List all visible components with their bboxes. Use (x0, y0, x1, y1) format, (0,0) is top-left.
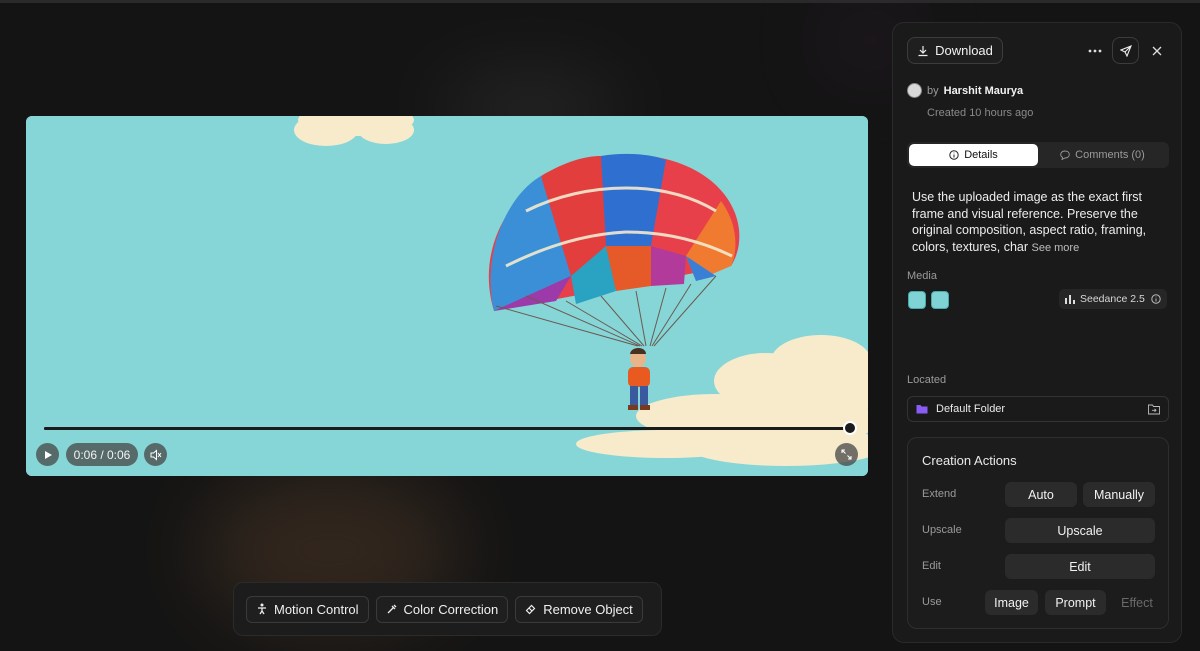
remove-object-label: Remove Object (543, 601, 633, 617)
extend-manually-button[interactable]: Manually (1083, 482, 1155, 507)
share-button[interactable] (1112, 37, 1139, 64)
play-button[interactable] (36, 443, 59, 466)
created-timestamp: Created 10 hours ago (927, 107, 1034, 119)
upscale-button[interactable]: Upscale (1005, 518, 1155, 543)
video-frame-image (26, 116, 868, 476)
info-icon (1151, 294, 1161, 304)
folder-name: Default Folder (936, 403, 1006, 415)
media-thumbnail[interactable] (931, 291, 949, 309)
details-panel: Download by Harshit Maurya Created 10 ho… (892, 22, 1182, 643)
mute-button[interactable] (144, 443, 167, 466)
eyedropper-icon (387, 604, 397, 614)
model-name: Seedance 2.5 (1080, 293, 1145, 305)
close-button[interactable] (1145, 39, 1169, 63)
window-top-border (0, 0, 1200, 3)
use-label: Use (922, 596, 942, 608)
creation-actions-title: Creation Actions (922, 453, 1017, 468)
motion-control-button[interactable]: Motion Control (246, 595, 369, 623)
edit-button[interactable]: Edit (1005, 554, 1155, 579)
video-progress-fill (44, 427, 850, 430)
prompt-text: Use the uploaded image as the exact firs… (912, 190, 1147, 254)
edit-label: Edit (922, 560, 941, 572)
fullscreen-button[interactable] (835, 443, 858, 466)
video-progress-bar[interactable] (44, 421, 857, 435)
extend-label: Extend (922, 488, 957, 500)
folder-icon (916, 405, 928, 414)
volume-muted-icon (150, 448, 161, 461)
folder-selector[interactable]: Default Folder (907, 396, 1169, 422)
close-icon (1152, 46, 1162, 56)
info-icon (949, 150, 959, 160)
tab-comments[interactable]: Comments (0) (1038, 144, 1167, 166)
avatar[interactable] (907, 83, 922, 98)
prompt-description: Use the uploaded image as the exact firs… (912, 189, 1172, 256)
upscale-label: Upscale (922, 524, 962, 536)
author-row: by Harshit Maurya (907, 83, 1023, 98)
download-button[interactable]: Download (907, 37, 1003, 64)
tab-details[interactable]: Details (909, 144, 1038, 166)
expand-icon (841, 449, 852, 460)
eraser-icon (525, 604, 536, 615)
play-icon (44, 450, 52, 459)
download-label: Download (935, 43, 993, 58)
color-correction-label: Color Correction (403, 601, 499, 617)
use-image-button[interactable]: Image (985, 590, 1038, 615)
remove-object-button[interactable]: Remove Object (515, 595, 643, 623)
author-name[interactable]: Harshit Maurya (944, 85, 1023, 97)
tab-details-label: Details (964, 149, 998, 161)
tab-comments-label: Comments (0) (1075, 149, 1145, 161)
person-motion-icon (258, 603, 266, 615)
download-icon (918, 45, 928, 56)
video-scrubber-handle[interactable] (843, 421, 857, 435)
use-effect-button[interactable]: Effect (1111, 590, 1163, 615)
panel-tabs: Details Comments (0) (907, 142, 1169, 168)
by-label: by (927, 84, 939, 97)
color-correction-button[interactable]: Color Correction (375, 595, 509, 623)
edit-toolbar: Motion Control Color Correction Remove O… (233, 582, 662, 636)
use-prompt-button[interactable]: Prompt (1045, 590, 1106, 615)
see-more-link[interactable]: See more (1032, 242, 1080, 254)
located-label: Located (907, 374, 947, 386)
ellipsis-icon (1088, 49, 1102, 53)
motion-control-label: Motion Control (274, 601, 359, 617)
move-to-folder-icon (1148, 404, 1160, 414)
media-thumbnail[interactable] (908, 291, 926, 309)
extend-auto-button[interactable]: Auto (1005, 482, 1077, 507)
model-badge[interactable]: Seedance 2.5 (1059, 289, 1167, 309)
creation-actions: Creation Actions Extend Auto Manually Up… (907, 437, 1169, 629)
media-label: Media (907, 270, 937, 282)
video-timestamp: 0:06 / 0:06 (66, 443, 138, 466)
comment-icon (1060, 150, 1070, 160)
send-icon (1119, 44, 1132, 57)
bar-chart-icon (1065, 294, 1075, 304)
video-player[interactable]: 0:06 / 0:06 (26, 116, 868, 476)
more-options-button[interactable] (1083, 39, 1107, 63)
